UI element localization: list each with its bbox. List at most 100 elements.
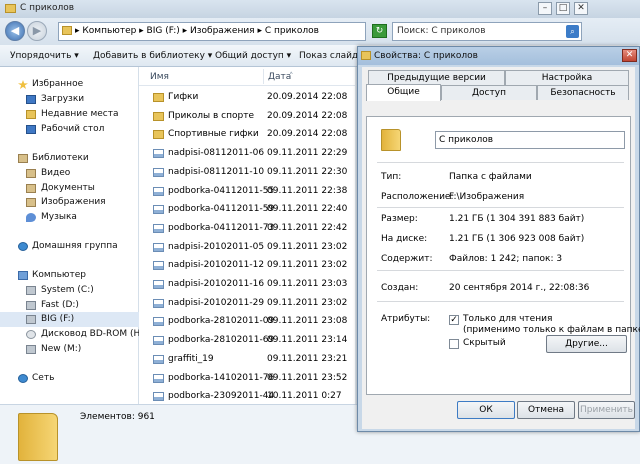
folder-name-field[interactable]: С приколов xyxy=(435,131,625,149)
contains-value: Файлов: 1 242; папок: 3 xyxy=(449,254,563,264)
nav-downloads[interactable]: Загрузки xyxy=(0,92,139,107)
file-row[interactable]: nadpisi-20102011-16 09.11.2011 23:03 xyxy=(139,275,355,293)
file-row[interactable]: podborka-04112011-59 09.11.2011 22:40 xyxy=(139,200,355,218)
address-path: ▸ Компьютер ▸ BIG (F:) ▸ Изображения ▸ С… xyxy=(75,26,319,36)
tab-security[interactable]: Безопасность xyxy=(537,85,629,100)
nav-recent-places[interactable]: Недавние места xyxy=(0,107,139,122)
apply-button[interactable]: Применить xyxy=(578,401,635,419)
file-row[interactable]: nadpisi-08112011-10 09.11.2011 22:30 xyxy=(139,163,355,181)
nav-drive-h[interactable]: Дисковод BD-ROM (H:) SY xyxy=(0,327,161,342)
share-button[interactable]: Общий доступ ▾ xyxy=(215,51,291,61)
add-to-library-button[interactable]: Добавить в библиотеку ▾ xyxy=(93,51,212,61)
pictures-library-icon xyxy=(26,198,36,207)
column-divider[interactable] xyxy=(263,69,264,84)
organize-button[interactable]: Упорядочить ▾ xyxy=(10,51,79,61)
refresh-button[interactable]: ↻ xyxy=(372,24,387,38)
network-icon xyxy=(18,374,28,383)
file-row[interactable]: podborka-23092011-44 10.11.2011 0:27 xyxy=(139,387,355,405)
nav-computer[interactable]: Компьютер xyxy=(0,268,139,283)
dialog-close-button[interactable]: ✕ xyxy=(622,49,637,62)
hidden-checkbox[interactable] xyxy=(449,339,459,349)
nav-drive-d[interactable]: Fast (D:) xyxy=(0,298,139,313)
nav-documents[interactable]: Документы xyxy=(0,181,139,196)
navigation-pane: Избранное Загрузки Недавние места Рабочи… xyxy=(0,67,161,404)
advanced-button[interactable]: Другие... xyxy=(546,335,627,353)
tab-general[interactable]: Общие xyxy=(366,84,441,101)
nav-pictures[interactable]: Изображения xyxy=(0,195,139,210)
ok-button[interactable]: ОК xyxy=(457,401,515,419)
nav-libraries[interactable]: Библиотеки xyxy=(0,151,139,166)
video-library-icon xyxy=(26,169,36,178)
divider xyxy=(377,301,624,302)
image-file-icon xyxy=(153,205,164,215)
image-file-icon xyxy=(153,186,164,196)
file-row[interactable]: nadpisi-20102011-05 09.11.2011 23:02 xyxy=(139,238,355,256)
forward-button[interactable]: ▶ xyxy=(27,21,47,41)
image-file-icon xyxy=(153,373,164,383)
file-row[interactable]: nadpisi-08112011-06 09.11.2011 22:29 xyxy=(139,144,355,162)
file-row[interactable]: nadpisi-20102011-29 09.11.2011 23:02 xyxy=(139,294,355,312)
dialog-title-bar: Свойства: С приколов ✕ xyxy=(358,47,639,65)
divider xyxy=(377,207,624,208)
nav-drive-c[interactable]: System (C:) xyxy=(0,283,139,298)
file-row[interactable]: podborka-14102011-76 09.11.2011 23:52 xyxy=(139,369,355,387)
star-icon xyxy=(18,80,28,89)
file-row[interactable]: Гифки 20.09.2014 22:08 xyxy=(139,88,355,106)
drive-icon xyxy=(26,315,36,324)
nav-video[interactable]: Видео xyxy=(0,166,139,181)
slideshow-button[interactable]: Показ слайдо xyxy=(299,51,364,61)
search-icon[interactable]: ⌕ xyxy=(566,25,579,38)
tab-sharing[interactable]: Доступ xyxy=(441,85,537,100)
file-date: 09.11.2011 22:40 xyxy=(267,204,348,215)
nav-desktop[interactable]: Рабочий стол xyxy=(0,122,139,137)
nav-music[interactable]: Музыка xyxy=(0,210,139,225)
file-date: 09.11.2011 22:29 xyxy=(267,148,348,159)
file-row[interactable]: graffiti_19 09.11.2011 23:21 xyxy=(139,350,355,368)
search-input[interactable]: Поиск: С приколов ⌕ xyxy=(392,22,582,41)
file-date: 09.11.2011 22:38 xyxy=(267,185,348,196)
file-name: nadpisi-20102011-16 xyxy=(168,279,265,289)
file-row[interactable]: podborka-28102011-69 09.11.2011 23:14 xyxy=(139,331,355,349)
folder-icon xyxy=(381,129,401,151)
file-date: 09.11.2011 23:52 xyxy=(267,372,348,383)
image-file-icon xyxy=(153,354,164,364)
file-name: podborka-28102011-69 xyxy=(168,335,275,346)
tab-customize[interactable]: Настройка xyxy=(505,70,629,85)
address-bar[interactable]: ▸ Компьютер ▸ BIG (F:) ▸ Изображения ▸ С… xyxy=(58,22,366,41)
file-date: 09.11.2011 23:14 xyxy=(267,335,348,346)
downloads-folder-icon xyxy=(26,95,36,104)
nav-homegroup[interactable]: Домашняя группа xyxy=(0,239,139,254)
file-row[interactable]: Приколы в спорте 20.09.2014 22:08 xyxy=(139,107,355,125)
file-date: 09.11.2011 23:08 xyxy=(267,316,348,327)
minimize-button[interactable]: – xyxy=(538,2,552,15)
size-on-disk-value: 1.21 ГБ (1 306 923 008 байт) xyxy=(449,234,585,244)
cancel-button[interactable]: Отмена xyxy=(517,401,575,419)
maximize-button[interactable]: □ xyxy=(556,2,570,15)
file-date: 09.11.2011 23:03 xyxy=(267,279,348,289)
column-header: Имя Дата ˄ xyxy=(139,67,355,86)
tab-previous-versions[interactable]: Предыдущие версии xyxy=(368,70,505,85)
nav-drive-f[interactable]: BIG (F:) xyxy=(0,312,139,327)
nav-network[interactable]: Сеть xyxy=(0,371,139,386)
drive-icon xyxy=(26,345,36,354)
close-button[interactable]: ✕ xyxy=(574,2,588,15)
file-row[interactable]: podborka-04112011-73 09.11.2011 22:42 xyxy=(139,219,355,237)
file-row[interactable]: podborka-04112011-55 09.11.2011 22:38 xyxy=(139,182,355,200)
image-file-icon xyxy=(153,223,164,233)
column-date[interactable]: Дата xyxy=(268,72,291,82)
drive-icon xyxy=(26,286,36,295)
file-name: podborka-28102011-09 xyxy=(168,316,275,327)
folder-icon xyxy=(153,93,164,102)
nav-drive-m[interactable]: New (M:) xyxy=(0,342,139,357)
column-name[interactable]: Имя xyxy=(150,72,169,82)
dialog-title: Свойства: С приколов xyxy=(374,51,478,61)
folder-icon xyxy=(153,130,164,140)
file-row[interactable]: nadpisi-20102011-12 09.11.2011 23:02 xyxy=(139,256,355,274)
nav-favorites[interactable]: Избранное xyxy=(0,77,139,92)
file-name: nadpisi-08112011-06 xyxy=(168,148,265,159)
back-button[interactable]: ◀ xyxy=(5,21,25,41)
file-row[interactable]: podborka-28102011-09 09.11.2011 23:08 xyxy=(139,312,355,330)
size-value: 1.21 ГБ (1 304 391 883 байт) xyxy=(449,214,585,224)
readonly-checkbox[interactable]: ✓ xyxy=(449,315,459,325)
file-row[interactable]: Спортивные гифки 20.09.2014 22:08 xyxy=(139,125,355,143)
